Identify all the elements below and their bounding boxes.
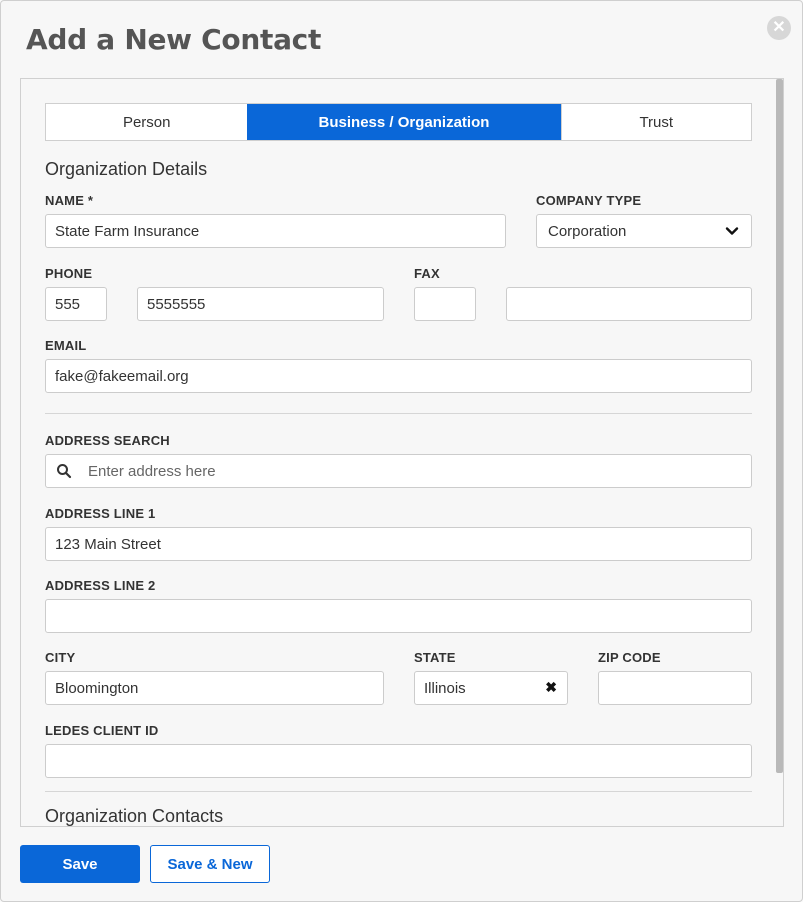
divider xyxy=(45,791,752,792)
fax-label: FAX xyxy=(414,266,440,281)
phone-area-code-field[interactable]: 555 xyxy=(45,287,107,321)
ledes-client-id-label: LEDES CLIENT ID xyxy=(45,723,159,738)
save-and-new-button[interactable]: Save & New xyxy=(150,845,270,883)
address-search-input[interactable]: Enter address here xyxy=(45,454,752,488)
name-label: NAME * xyxy=(45,193,94,208)
state-select[interactable]: Illinois ✖ xyxy=(414,671,568,705)
company-type-label: COMPANY TYPE xyxy=(536,193,642,208)
clear-icon[interactable]: ✖ xyxy=(545,679,557,696)
city-label: CITY xyxy=(45,650,76,665)
ledes-client-id-field[interactable] xyxy=(45,744,752,778)
tab-business-organization[interactable]: Business / Organization xyxy=(247,104,561,140)
add-contact-modal: Add a New Contact ✕ Person Business / Or… xyxy=(0,0,803,902)
chevron-down-icon xyxy=(725,227,739,235)
address-search-placeholder: Enter address here xyxy=(88,462,216,480)
city-value: Bloomington xyxy=(55,679,139,697)
phone-area-value: 555 xyxy=(55,295,81,313)
address-line-2-field[interactable] xyxy=(45,599,752,633)
tab-person[interactable]: Person xyxy=(46,104,247,140)
state-label: STATE xyxy=(414,650,456,665)
address-line-1-value: 123 Main Street xyxy=(55,535,161,553)
name-field[interactable]: State Farm Insurance xyxy=(45,214,506,248)
scrollbar[interactable] xyxy=(776,79,783,773)
phone-number-field[interactable]: 5555555 xyxy=(137,287,384,321)
fax-area-code-field[interactable] xyxy=(414,287,476,321)
company-type-value: Corporation xyxy=(548,222,627,240)
section-organization-contacts: Organization Contacts xyxy=(45,806,224,826)
form-scroll-area[interactable]: Person Business / Organization Trust Org… xyxy=(20,78,784,827)
email-value: fake@fakeemail.org xyxy=(55,367,189,385)
address-search-label: ADDRESS SEARCH xyxy=(45,433,170,448)
state-value: Illinois xyxy=(424,679,466,697)
email-label: EMAIL xyxy=(45,338,87,353)
save-button[interactable]: Save xyxy=(20,845,140,883)
address-line-1-label: ADDRESS LINE 1 xyxy=(45,506,156,521)
section-organization-details: Organization Details xyxy=(45,159,208,179)
address-line-2-label: ADDRESS LINE 2 xyxy=(45,578,156,593)
tab-trust[interactable]: Trust xyxy=(560,104,751,140)
close-icon[interactable]: ✕ xyxy=(767,16,791,40)
city-field[interactable]: Bloomington xyxy=(45,671,384,705)
search-icon xyxy=(57,464,72,479)
modal-title: Add a New Contact xyxy=(26,23,322,56)
phone-label: PHONE xyxy=(45,266,93,281)
fax-number-field[interactable] xyxy=(506,287,752,321)
contact-type-tabs: Person Business / Organization Trust xyxy=(45,103,752,141)
address-line-1-field[interactable]: 123 Main Street xyxy=(45,527,752,561)
phone-number-value: 5555555 xyxy=(147,295,206,313)
zip-code-label: ZIP CODE xyxy=(598,650,661,665)
divider xyxy=(45,413,752,414)
email-field[interactable]: fake@fakeemail.org xyxy=(45,359,752,393)
name-value: State Farm Insurance xyxy=(55,222,200,240)
company-type-select[interactable]: Corporation xyxy=(536,214,752,248)
zip-code-field[interactable] xyxy=(598,671,752,705)
